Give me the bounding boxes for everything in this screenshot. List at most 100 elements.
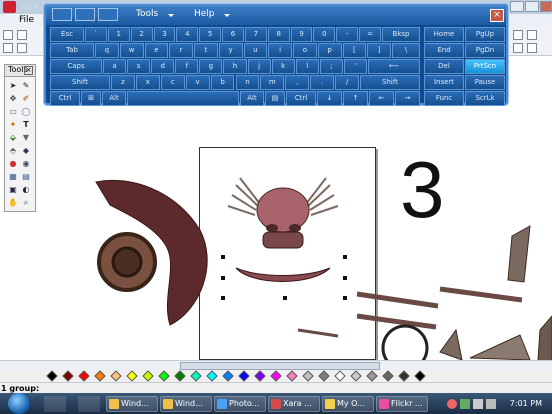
taskbar-button[interactable]: Flickr ...: [376, 396, 428, 412]
osk-nav-key[interactable]: Pause: [465, 75, 505, 90]
palette-swatch[interactable]: [158, 370, 170, 382]
osk-mode-standard-icon[interactable]: [52, 8, 72, 21]
ring-shape-inner[interactable]: [111, 246, 143, 278]
osk-nav-key[interactable]: PrtScn: [465, 59, 505, 74]
osk-key[interactable]: →: [395, 91, 420, 106]
osk-key[interactable]: ⊞: [81, 91, 101, 106]
osk-nav-key[interactable]: PgUp: [465, 27, 505, 42]
osk-key[interactable]: g: [199, 59, 223, 74]
osk-key[interactable]: Ctrl: [286, 91, 316, 106]
osk-key[interactable]: a: [103, 59, 127, 74]
osk-key[interactable]: s: [127, 59, 151, 74]
selection-handle[interactable]: [221, 276, 225, 280]
osk-key[interactable]: Alt: [240, 91, 264, 106]
osk-key[interactable]: ↓: [317, 91, 342, 106]
osk-key[interactable]: ,: [285, 75, 310, 90]
palette-swatch[interactable]: [334, 370, 346, 382]
osk-key[interactable]: ⟵: [368, 59, 420, 74]
palette-swatch[interactable]: [350, 370, 362, 382]
plank-shape[interactable]: [356, 291, 439, 309]
osk-key[interactable]: =: [359, 27, 381, 42]
osk-key[interactable]: 0: [313, 27, 336, 42]
scrollbar-thumb[interactable]: [180, 362, 380, 370]
osk-key[interactable]: -: [336, 27, 359, 42]
osk-key[interactable]: 3: [153, 27, 176, 42]
osk-key[interactable]: 4: [176, 27, 199, 42]
selection-handle[interactable]: [221, 255, 225, 259]
osk-key[interactable]: f: [175, 59, 199, 74]
osk-key[interactable]: y: [218, 43, 243, 58]
osk-key[interactable]: ]: [367, 43, 391, 58]
osk-key[interactable]: Caps: [50, 59, 102, 74]
shard-shape[interactable]: [439, 328, 463, 361]
osk-key[interactable]: c: [160, 75, 185, 90]
osk-key-space[interactable]: [127, 91, 239, 106]
osk-nav-key[interactable]: Home: [424, 27, 464, 42]
palette-swatch[interactable]: [318, 370, 330, 382]
creature-artwork[interactable]: [227, 177, 339, 282]
osk-key[interactable]: `: [85, 27, 107, 42]
palette-swatch[interactable]: [238, 370, 250, 382]
quick-launch-icon[interactable]: [78, 396, 100, 412]
tray-icon[interactable]: [460, 399, 470, 409]
osk-key[interactable]: ;: [319, 59, 343, 74]
osk-key[interactable]: ': [343, 59, 367, 74]
palette-swatch[interactable]: [270, 370, 282, 382]
osk-key[interactable]: m: [260, 75, 285, 90]
osk-nav-key[interactable]: Func: [424, 91, 464, 106]
osk-nav-key[interactable]: Del: [424, 59, 464, 74]
osk-key[interactable]: .: [310, 75, 335, 90]
palette-swatch[interactable]: [62, 370, 74, 382]
shard-shape[interactable]: [507, 225, 531, 283]
osk-key[interactable]: 9: [290, 27, 313, 42]
horizontal-scrollbar[interactable]: [0, 360, 552, 370]
osk-key[interactable]: w: [119, 43, 144, 58]
osk-menu-tools[interactable]: Tools: [136, 9, 158, 19]
osk-key[interactable]: 8: [267, 27, 290, 42]
quick-launch-icon[interactable]: [44, 396, 66, 412]
osk-key[interactable]: i: [268, 43, 292, 58]
osk-key[interactable]: p: [317, 43, 342, 58]
palette-swatch[interactable]: [78, 370, 90, 382]
taskbar-button[interactable]: My O...: [322, 396, 374, 412]
osk-key[interactable]: ←: [369, 91, 394, 106]
osk-key[interactable]: /: [335, 75, 359, 90]
palette-swatch[interactable]: [206, 370, 218, 382]
shard-shape[interactable]: [537, 315, 552, 363]
osk-key[interactable]: \: [392, 43, 420, 58]
palette-swatch[interactable]: [382, 370, 394, 382]
osk-key[interactable]: t: [194, 43, 218, 58]
osk-close-button[interactable]: ×: [490, 9, 504, 22]
palette-swatch[interactable]: [190, 370, 202, 382]
start-button[interactable]: [8, 393, 30, 414]
plank-shape[interactable]: [356, 313, 437, 330]
big-number-text[interactable]: 3: [400, 148, 445, 232]
osk-key[interactable]: 6: [222, 27, 244, 42]
palette-swatch[interactable]: [254, 370, 266, 382]
selection-handle[interactable]: [343, 255, 347, 259]
palette-swatch[interactable]: [222, 370, 234, 382]
palette-swatch[interactable]: [366, 370, 378, 382]
osk-key[interactable]: q: [95, 43, 119, 58]
osk-nav-key[interactable]: End: [424, 43, 464, 58]
palette-swatch[interactable]: [174, 370, 186, 382]
osk-key[interactable]: j: [247, 59, 271, 74]
palette-swatch[interactable]: [126, 370, 138, 382]
osk-key[interactable]: Shift: [360, 75, 420, 90]
palette-swatch[interactable]: [110, 370, 122, 382]
osk-nav-key[interactable]: ScrLk: [465, 91, 505, 106]
osk-key[interactable]: e: [144, 43, 169, 58]
osk-key[interactable]: l: [295, 59, 319, 74]
selection-handle[interactable]: [343, 276, 347, 280]
osk-key[interactable]: u: [243, 43, 268, 58]
osk-key[interactable]: [: [342, 43, 367, 58]
osk-key[interactable]: n: [235, 75, 260, 90]
stick-shape[interactable]: [297, 328, 339, 338]
osk-key[interactable]: 2: [130, 27, 153, 42]
palette-swatch[interactable]: [142, 370, 154, 382]
osk-key[interactable]: b: [210, 75, 235, 90]
osk-menu-help[interactable]: Help: [194, 9, 215, 19]
osk-mode-keyboard-icon[interactable]: [98, 8, 118, 21]
palette-swatch[interactable]: [286, 370, 298, 382]
osk-key[interactable]: Alt: [102, 91, 126, 106]
